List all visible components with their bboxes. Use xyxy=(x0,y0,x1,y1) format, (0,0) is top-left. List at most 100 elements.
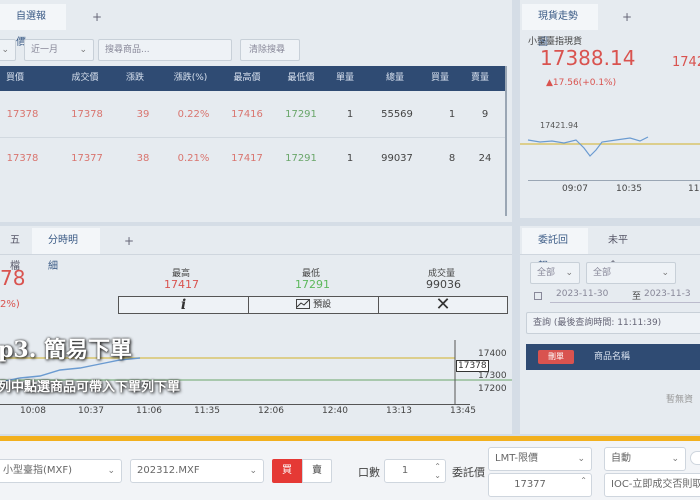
price-tick: 17400 xyxy=(478,349,507,359)
preset-button[interactable]: 預設 xyxy=(249,297,379,313)
query-button[interactable]: 查詢 (最後查詢時間: 11:11:39) xyxy=(526,312,700,334)
chevron-down-icon: ⌄ xyxy=(565,268,573,278)
last-price-pct: 2%) xyxy=(0,299,20,310)
type-value: 全部 xyxy=(593,268,612,278)
cell-buy: 17378 xyxy=(6,153,39,164)
tab-five-levels[interactable]: 五檔 xyxy=(0,228,30,272)
watchlist-panel: 自選報價 + ⌄ 近一月 ⌄ 搜尋商品... 清除搜尋 買價 成交價 漲跌 漲跌… xyxy=(0,0,512,222)
delete-order-button[interactable]: 刪單 xyxy=(538,350,574,364)
col-high: 最高價 xyxy=(233,73,261,83)
stepper-up-icon[interactable]: ⌃ xyxy=(580,470,587,492)
tab-order-report[interactable]: 委託回報 xyxy=(522,228,588,272)
chart-toolbar: i 預設 ✕ xyxy=(118,296,508,314)
step-title: p3. 簡易下單 xyxy=(0,337,133,363)
chevron-down-icon: ⌄ xyxy=(661,268,669,278)
time-label: 12:06 xyxy=(258,406,284,416)
date-to[interactable]: 2023-11-3 xyxy=(644,289,691,299)
time-axis xyxy=(0,404,470,405)
tab-open-positions[interactable]: 未平倉 xyxy=(592,228,652,272)
close-chart-button[interactable]: ✕ xyxy=(379,294,507,315)
contract-value: 202312.MXF xyxy=(137,465,200,476)
cell-pct: 0.22% xyxy=(177,109,210,120)
col-pct: 漲跌(%) xyxy=(173,73,208,83)
product-value: 小型臺指(MXF) xyxy=(3,465,73,476)
spot-change: ▲17.56(+0.1%) xyxy=(546,78,617,88)
add-tab-icon[interactable]: + xyxy=(92,4,102,30)
low-value: 17291 xyxy=(295,278,330,291)
col-bidvol: 買量 xyxy=(430,73,449,83)
period-select[interactable]: 近一月 ⌄ xyxy=(24,39,94,61)
contract-select[interactable]: 202312.MXF ⌄ xyxy=(130,459,264,483)
add-tab-icon[interactable]: + xyxy=(124,228,134,254)
quantity-stepper[interactable]: 1 ⌃ ⌄ xyxy=(384,459,446,483)
col-change: 漲跌 xyxy=(125,73,144,83)
date-separator: 至 xyxy=(632,292,642,302)
cell-total: 55569 xyxy=(381,109,413,120)
date-from[interactable]: 2023-11-30 xyxy=(556,289,608,299)
empty-state-text: 暫無資 xyxy=(666,395,694,405)
tab-time-detail[interactable]: 分時明細 xyxy=(32,228,100,272)
cell-single: 1 xyxy=(346,109,354,120)
quantity-label: 口數 xyxy=(358,466,380,479)
orders-panel: 委託回報 未平倉 全部 ⌄ 全部 ⌄ 2023-11-30 至 2023-11-… xyxy=(520,226,700,434)
detail-divider xyxy=(0,254,512,255)
ioc-select[interactable]: IOC-立即成交否則取 xyxy=(604,473,700,497)
price-type-select[interactable]: LMT-限價 ⌄ xyxy=(488,447,592,471)
cell-high: 17416 xyxy=(231,109,263,120)
quantity-value: 1 xyxy=(401,465,409,476)
col-askvol: 賣量 xyxy=(470,73,489,83)
col-single: 單量 xyxy=(335,73,354,83)
cell-total: 99037 xyxy=(381,153,413,164)
cell-askvol: 24 xyxy=(478,153,492,164)
tab-watchlist[interactable]: 自選報價 xyxy=(0,4,66,48)
type-select[interactable]: 全部 ⌄ xyxy=(586,262,676,284)
buy-button[interactable]: 買 xyxy=(272,459,302,483)
cell-pct: 0.21% xyxy=(177,153,210,164)
last-price-value: 78 xyxy=(0,266,26,290)
price-label: 委託價 xyxy=(452,466,485,479)
spot-axis xyxy=(528,180,700,181)
price-input[interactable]: 17377 ⌃ xyxy=(488,473,592,497)
clear-search-button[interactable]: 清除搜尋 xyxy=(240,39,300,61)
status-select[interactable]: 全部 ⌄ xyxy=(530,262,580,284)
spot-line-chart xyxy=(520,136,700,157)
add-tab-icon[interactable]: + xyxy=(622,4,632,30)
sell-button[interactable]: 賣 xyxy=(302,459,332,483)
product-select[interactable]: 小型臺指(MXF) ⌄ xyxy=(0,459,122,483)
spot-chart-panel: 現貨走勢圖 + 小型臺指現貨 17388.14 1742 ▲17.56(+0.1… xyxy=(520,0,700,218)
time-label: 11:06 xyxy=(136,406,162,416)
detail-panel: 五檔 分時明細 + 78 2%) 最高 17417 最低 17291 成交量 9… xyxy=(0,226,512,434)
toggle-switch[interactable] xyxy=(690,451,700,465)
search-input[interactable]: 搜尋商品... xyxy=(98,39,232,61)
col-buy: 買價 xyxy=(5,73,24,83)
chevron-down-icon: ⌄ xyxy=(249,466,257,476)
cell-askvol: 9 xyxy=(481,109,489,120)
chevron-down-icon: ⌄ xyxy=(671,454,679,464)
time-label: 11:35 xyxy=(194,406,220,416)
cell-change: 39 xyxy=(136,109,150,120)
watchlist-header: 買價 成交價 漲跌 漲跌(%) 最高價 最低價 單量 總量 買量 賣量 xyxy=(0,66,505,91)
time-label: 10:08 xyxy=(20,406,46,416)
step-subtitle: 列中點選商品可帶入下單列下單 xyxy=(0,380,181,395)
orders-divider xyxy=(520,254,700,255)
period-value: 近一月 xyxy=(31,45,59,55)
table-row[interactable]: 17378 17377 38 0.21% 17417 17291 1 99037… xyxy=(0,138,505,183)
date-underline xyxy=(550,302,700,303)
tab-spot-chart[interactable]: 現貨走勢圖 xyxy=(522,4,598,48)
stepper-down-icon[interactable]: ⌄ xyxy=(434,465,441,487)
cell-low: 17291 xyxy=(285,153,317,164)
cell-last: 17378 xyxy=(71,109,103,120)
info-button[interactable]: i xyxy=(119,297,249,313)
spot-time-label: 10:35 xyxy=(616,184,642,194)
calendar-icon[interactable] xyxy=(534,292,542,300)
col-low: 最低價 xyxy=(287,73,315,83)
auto-select[interactable]: 自動 ⌄ xyxy=(604,447,686,471)
filter-select-left[interactable]: ⌄ xyxy=(0,39,16,61)
cell-low: 17291 xyxy=(285,109,317,120)
chart-icon xyxy=(295,299,310,309)
table-row[interactable]: 17378 17378 39 0.22% 17416 17291 1 55569… xyxy=(0,92,505,137)
price-type-value: LMT-限價 xyxy=(495,453,538,464)
time-label: 12:40 xyxy=(322,406,348,416)
close-icon: ✕ xyxy=(435,294,451,315)
price-tick: 17300 xyxy=(478,371,507,381)
